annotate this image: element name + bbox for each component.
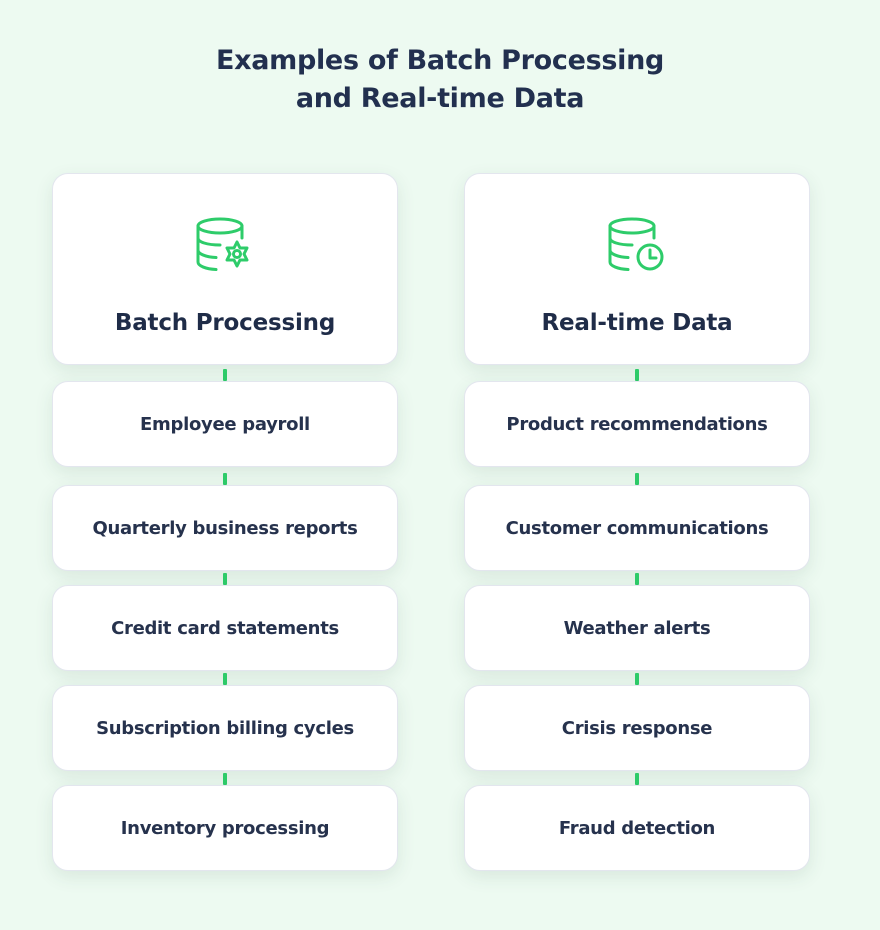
connector-line xyxy=(223,473,227,485)
list-item: Weather alerts xyxy=(464,585,810,671)
list-item: Crisis response xyxy=(464,685,810,771)
connector-line xyxy=(223,369,227,381)
list-item-label: Credit card statements xyxy=(111,617,339,639)
list-item-label: Crisis response xyxy=(561,717,713,739)
batch-processing-header-card: Batch Processing xyxy=(52,173,398,365)
list-item: Subscription billing cycles xyxy=(52,685,398,771)
real-time-data-heading: Real-time Data xyxy=(541,310,733,336)
connector-line xyxy=(635,473,639,485)
list-item: Customer communications xyxy=(464,485,810,571)
connector-line xyxy=(635,773,639,785)
list-item-label: Inventory processing xyxy=(120,817,330,839)
title-line-1: Examples of Batch Processing xyxy=(215,45,665,76)
connector-line xyxy=(635,369,639,381)
real-time-data-header-card: Real-time Data xyxy=(464,173,810,365)
database-clock-icon xyxy=(608,217,664,271)
title-line-2: and Real-time Data xyxy=(295,83,585,114)
list-item: Inventory processing xyxy=(52,785,398,871)
batch-processing-heading: Batch Processing xyxy=(114,310,336,336)
list-item-label: Customer communications xyxy=(505,517,769,539)
list-item: Quarterly business reports xyxy=(52,485,398,571)
connector-line xyxy=(223,573,227,585)
connector-line xyxy=(223,773,227,785)
database-gear-icon xyxy=(196,217,249,271)
list-item-label: Weather alerts xyxy=(563,617,711,639)
list-item: Fraud detection xyxy=(464,785,810,871)
list-item: Credit card statements xyxy=(52,585,398,671)
list-item-label: Fraud detection xyxy=(558,817,716,839)
list-item: Product recommendations xyxy=(464,381,810,467)
diagram-title: Examples of Batch Processing and Real-ti… xyxy=(0,42,880,118)
connector-line xyxy=(223,673,227,685)
list-item: Employee payroll xyxy=(52,381,398,467)
list-item-label: Product recommendations xyxy=(506,413,768,435)
connector-line xyxy=(635,573,639,585)
list-item-label: Quarterly business reports xyxy=(92,517,358,539)
list-item-label: Employee payroll xyxy=(140,413,310,435)
list-item-label: Subscription billing cycles xyxy=(96,717,354,739)
connector-line xyxy=(635,673,639,685)
